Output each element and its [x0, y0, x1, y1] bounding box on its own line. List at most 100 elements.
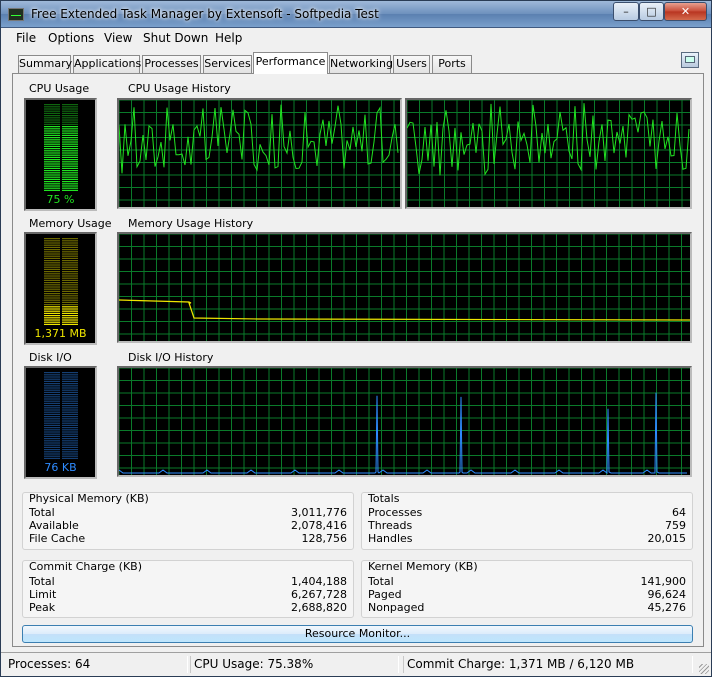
gauge-segment	[44, 189, 60, 192]
gauge-segment	[62, 159, 78, 161]
gauge-segment	[62, 253, 78, 255]
gauge-segment	[44, 435, 60, 438]
tab-applications[interactable]: Applications	[73, 55, 141, 73]
gauge-segment	[44, 152, 60, 154]
monitor-icon[interactable]	[681, 52, 699, 68]
menu-help[interactable]: Help	[213, 31, 244, 45]
memory-usage-gauge: 1,371 MB	[24, 232, 97, 345]
tab-processes[interactable]: Processes	[142, 55, 201, 73]
gauge-segment	[44, 145, 60, 148]
gauge-segment	[44, 312, 60, 315]
gauge-segment	[44, 282, 60, 284]
gauge-segment	[44, 268, 60, 271]
gauge-segment	[44, 389, 60, 391]
menu-view[interactable]: View	[102, 31, 134, 45]
gauge-segment	[44, 315, 60, 317]
gauge-segment	[44, 242, 60, 244]
gauge-segment	[62, 422, 78, 424]
gauge-segment	[62, 126, 78, 128]
gauge-segment	[44, 183, 60, 185]
gauge-segment	[62, 315, 78, 317]
gauge-segment	[44, 455, 60, 457]
gauge-segment	[44, 156, 60, 159]
gauge-segment	[62, 424, 78, 427]
maximize-button[interactable]: □	[639, 2, 664, 21]
task-manager-icon	[8, 8, 24, 21]
gauge-segment	[44, 321, 60, 323]
gauge-segment	[44, 385, 60, 387]
gauge-segment	[62, 110, 78, 112]
minimize-button[interactable]: –	[613, 2, 639, 21]
window-title: Free Extended Task Manager by Extensoft …	[31, 7, 379, 21]
gauge-segment	[62, 134, 78, 137]
gauge-segment	[62, 104, 78, 106]
gauge-segment	[62, 119, 78, 121]
title-bar[interactable]: Free Extended Task Manager by Extensoft …	[1, 1, 711, 28]
gauge-segment	[44, 372, 60, 374]
tab-summary[interactable]: Summary	[18, 55, 72, 73]
menu-file[interactable]: File	[14, 31, 38, 45]
gauge-segment	[62, 310, 78, 312]
tab-performance[interactable]: Performance	[253, 52, 328, 74]
gauge-segment	[44, 165, 60, 167]
gauge-segment	[44, 297, 60, 299]
gauge-segment	[62, 385, 78, 387]
gauge-segment	[62, 435, 78, 438]
gauge-segment	[62, 163, 78, 165]
gauge-segment	[44, 251, 60, 253]
gauge-segment	[44, 299, 60, 301]
memory-usage-label: Memory Usage	[29, 217, 112, 230]
row-label: Handles	[368, 532, 413, 545]
status-cpu-usage: CPU Usage: 75.38%	[190, 656, 399, 673]
gauge-segment	[44, 400, 60, 402]
row-value: 45,276	[647, 601, 687, 614]
graph-grid	[119, 234, 690, 341]
cpu-usage-gauge: 75 %	[24, 98, 97, 211]
physical-memory-group: Physical Memory (KB) Total 3,011,776 Avai…	[22, 492, 354, 550]
gauge-segment	[44, 244, 60, 246]
menu-shut-down[interactable]: Shut Down	[141, 31, 210, 45]
gauge-segment	[62, 268, 78, 271]
row-value: 141,900	[640, 575, 687, 588]
gauge-segment	[44, 240, 60, 242]
gauge-segment	[62, 108, 78, 110]
tab-networking[interactable]: Networking	[329, 55, 393, 73]
gauge-segment	[62, 312, 78, 315]
gauge-segment	[62, 394, 78, 396]
tab-users[interactable]: Users	[393, 55, 430, 73]
row-value: 1,404,188	[291, 575, 347, 588]
gauge-segment	[44, 301, 60, 304]
gauge-segment	[62, 411, 78, 413]
gauge-segment	[44, 159, 60, 161]
gauge-segment	[44, 319, 60, 321]
gauge-segment	[44, 416, 60, 418]
disk-io-value: 76 KB	[44, 461, 77, 474]
gauge-segment	[62, 106, 78, 108]
gauge-segment	[62, 299, 78, 301]
row-label: File Cache	[29, 532, 86, 545]
tab-services[interactable]: Services	[203, 55, 252, 73]
gauge-segment	[62, 416, 78, 418]
resize-grip[interactable]	[699, 664, 709, 674]
main-window: Free Extended Task Manager by Extensoft …	[0, 0, 712, 677]
gauge-segment	[44, 154, 60, 156]
gauge-segment	[44, 304, 60, 306]
gauge-segment	[44, 132, 60, 134]
gauge-segment	[44, 143, 60, 145]
gauge-segment	[44, 112, 60, 115]
gauge-segment	[44, 279, 60, 282]
resource-monitor-button[interactable]: Resource Monitor...	[22, 625, 693, 643]
gauge-segment	[44, 172, 60, 174]
gauge-segment	[62, 396, 78, 398]
menu-options[interactable]: Options	[46, 31, 96, 45]
cpu-usage-value: 75 %	[46, 193, 75, 206]
tab-ports[interactable]: Ports	[432, 55, 472, 73]
close-button[interactable]: ✕	[664, 2, 707, 21]
gauge-segment	[44, 374, 60, 376]
memory-history-line	[119, 299, 690, 321]
gauge-segment	[62, 429, 78, 431]
gauge-segment	[62, 183, 78, 185]
status-processes: Processes: 64	[5, 656, 188, 673]
gauge-segment	[62, 295, 78, 297]
gauge-segment	[44, 187, 60, 189]
